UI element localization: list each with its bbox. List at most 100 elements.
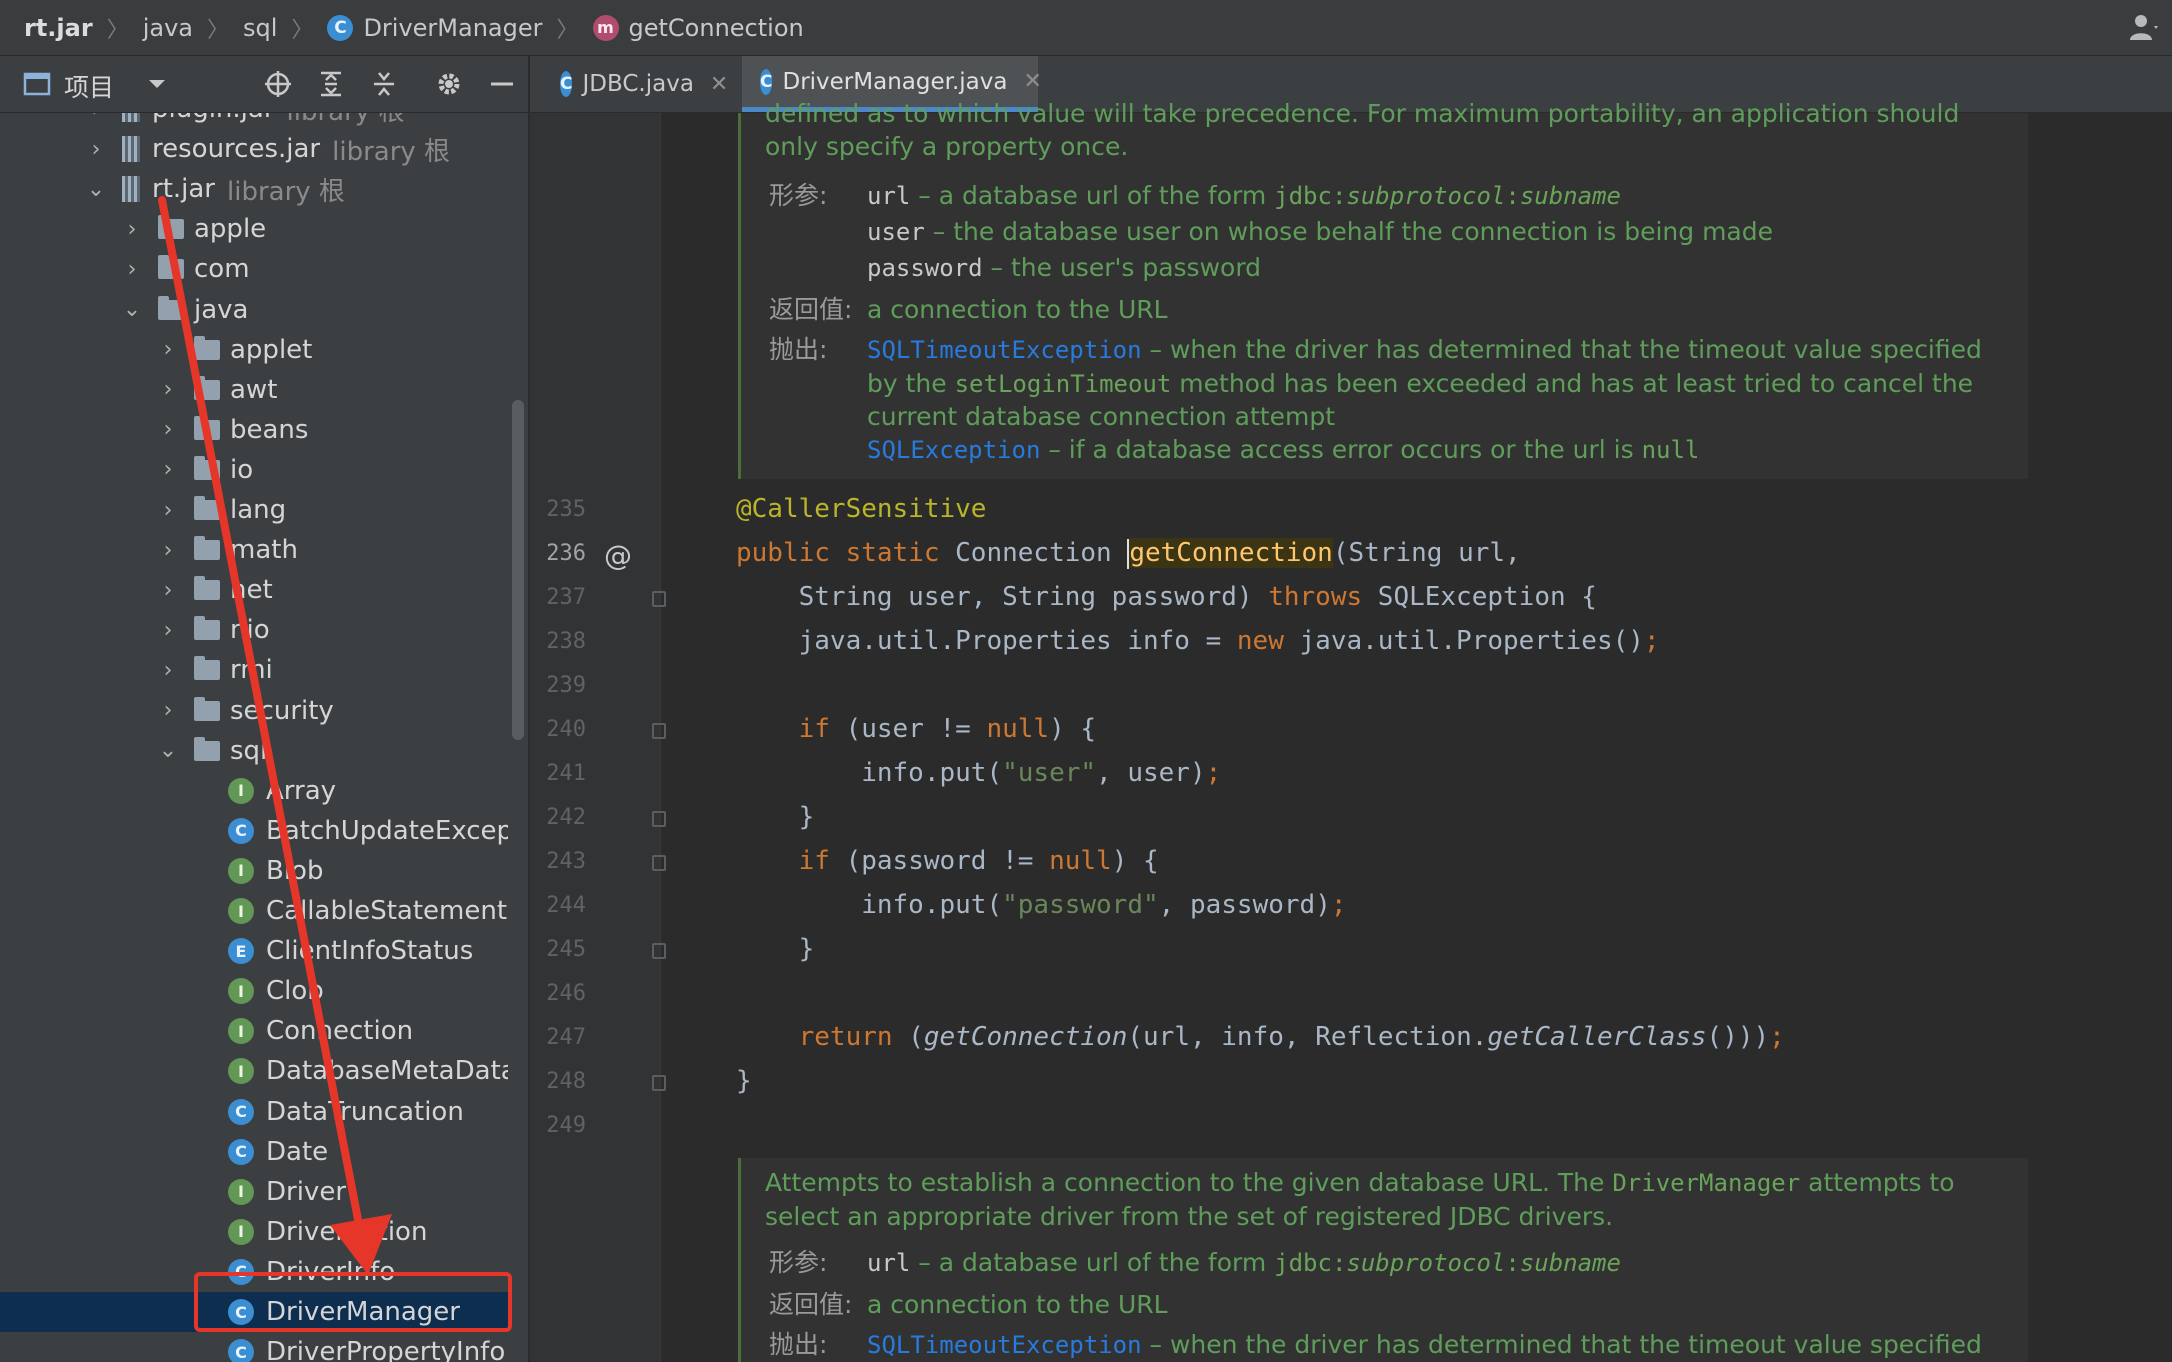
tree-item[interactable]: › plugin.jar library 根 [0,113,508,129]
tree-item[interactable]: I Array [0,771,508,811]
tab-jdbc-java[interactable]: C JDBC.java ✕ [542,56,742,112]
method-call: getConnection [923,1022,1128,1052]
doc-text: method has been exceeded and has at leas… [1171,369,1974,398]
code-span: null [1641,436,1700,464]
folder-icon [194,455,220,480]
dropdown-icon[interactable] [142,69,172,99]
tree-item[interactable]: ⌄ rt.jar library 根 [0,169,508,209]
tree-item[interactable]: › rmi [0,650,508,690]
code-line-237[interactable]: String user, String password) throws SQL… [736,582,1597,612]
chevron-right-icon[interactable]: › [158,377,178,402]
tree-item[interactable]: › nio [0,610,508,650]
code-line-245[interactable]: } [736,934,815,964]
project-panel-title[interactable]: 项目 [64,68,114,104]
breadcrumb-item-sql[interactable]: sql [243,14,277,42]
tree-item[interactable]: I Driver [0,1172,508,1212]
tree-item[interactable]: › net [0,570,508,610]
code-line-242[interactable]: } [736,802,815,832]
doc-link[interactable]: SQLException [867,436,1040,464]
doc-throws-1-cont: by the setLoginTimeout method has been e… [867,367,1973,401]
project-toolbar: 项目 [0,56,528,113]
close-icon[interactable]: ✕ [710,72,728,97]
doc-text: defined as to which value will take prec… [765,99,1960,128]
code-line-247[interactable]: return (getConnection(url, info, Reflect… [736,1022,1785,1052]
gear-icon[interactable] [434,69,464,99]
tree-item[interactable]: C DataTruncation [0,1092,508,1132]
chevron-right-icon[interactable]: › [158,417,178,442]
close-icon[interactable]: ✕ [1023,69,1041,94]
code-line-243[interactable]: if (password != null) { [736,846,1159,876]
chevron-right-icon[interactable]: › [86,137,106,162]
fold-marker-icon[interactable] [652,811,666,827]
tree-item[interactable]: › beans [0,410,508,450]
tree-item[interactable]: I CallableStatement [0,891,508,931]
chevron-down-icon[interactable]: ⌄ [86,177,106,202]
tree-item[interactable]: › io [0,450,508,490]
code-line-235[interactable]: @CallerSensitive [736,494,986,524]
tree-scrollbar[interactable] [512,400,524,740]
tree-item[interactable]: › apple [0,209,508,249]
user-icon[interactable] [2128,12,2160,42]
collapse-all-icon[interactable] [369,69,399,99]
breadcrumb-item-rtjar[interactable]: rt.jar [24,14,93,42]
code-line-248[interactable]: } [736,1066,752,1096]
tree-item[interactable]: › math [0,530,508,570]
fold-marker-icon[interactable] [652,1075,666,1091]
fold-marker-icon[interactable] [652,591,666,607]
tree-item[interactable]: E ClientInfoStatus [0,931,508,971]
tree-item-label: Driver [266,1176,347,1207]
tree-item[interactable]: › security [0,691,508,731]
fold-marker-icon[interactable] [652,723,666,739]
override-marker-icon[interactable]: @ [604,539,632,572]
code-line-241[interactable]: info.put("user", user); [736,758,1221,788]
tree-item[interactable]: › lang [0,490,508,530]
code-line-236[interactable]: public static Connection getConnection(S… [736,538,1521,569]
keyword: if [736,714,830,744]
breadcrumb-item-java[interactable]: java [143,14,193,42]
fold-marker-icon[interactable] [652,943,666,959]
tree-item[interactable]: › resources.jar library 根 [0,129,508,169]
tree-item[interactable]: › applet [0,330,508,370]
breadcrumb-item-getconnection[interactable]: m getConnection [592,14,804,42]
chevron-down-icon[interactable]: ⌄ [122,297,142,322]
code-line-244[interactable]: info.put("password", password); [736,890,1346,920]
fold-marker-icon[interactable] [652,855,666,871]
chevron-right-icon[interactable]: › [158,538,178,563]
chevron-right-icon[interactable]: › [158,498,178,523]
tree-item[interactable]: I DatabaseMetaData [0,1051,508,1091]
tree-item[interactable]: › com [0,249,508,289]
locate-icon[interactable] [263,69,293,99]
project-view-icon[interactable] [22,69,52,99]
tree-item[interactable]: C DriverPropertyInfo [0,1332,508,1362]
chevron-down-icon[interactable]: ⌄ [158,738,178,763]
tree-item[interactable]: I Blob [0,851,508,891]
doc-link[interactable]: SQLTimeoutException [867,1331,1142,1359]
doc-returns-tag: 返回值: [769,1290,853,1319]
expand-all-icon[interactable] [316,69,346,99]
tree-item[interactable]: I Connection [0,1011,508,1051]
chevron-right-icon[interactable]: › [158,618,178,643]
tree-item[interactable]: C BatchUpdateException [0,811,508,851]
minimize-icon[interactable] [487,69,517,99]
tree-item[interactable]: I Clob [0,971,508,1011]
tree-item[interactable]: C Date [0,1132,508,1172]
chevron-right-icon[interactable]: › [158,337,178,362]
chevron-right-icon[interactable]: › [122,217,142,242]
tree-item[interactable]: ⌄ sql [0,731,508,771]
chevron-right-icon[interactable]: › [158,698,178,723]
line-number: 241 [546,761,586,786]
tree-item[interactable]: ⌄ java [0,290,508,330]
code-line-238[interactable]: java.util.Properties info = new java.uti… [736,626,1660,656]
chevron-right-icon[interactable]: › [122,257,142,282]
code-span: subprotocol [1346,182,1506,210]
chevron-right-icon[interactable]: › [158,658,178,683]
chevron-right-icon[interactable]: › [86,113,106,122]
breadcrumb-item-drivermanager[interactable]: C DriverManager [327,14,543,42]
param-name: url [867,1249,911,1277]
doc-link[interactable]: SQLTimeoutException [867,336,1142,364]
tree-item[interactable]: I DriverAction [0,1212,508,1252]
code-line-240[interactable]: if (user != null) { [736,714,1096,744]
tree-item[interactable]: › awt [0,370,508,410]
chevron-right-icon[interactable]: › [158,578,178,603]
chevron-right-icon[interactable]: › [158,457,178,482]
